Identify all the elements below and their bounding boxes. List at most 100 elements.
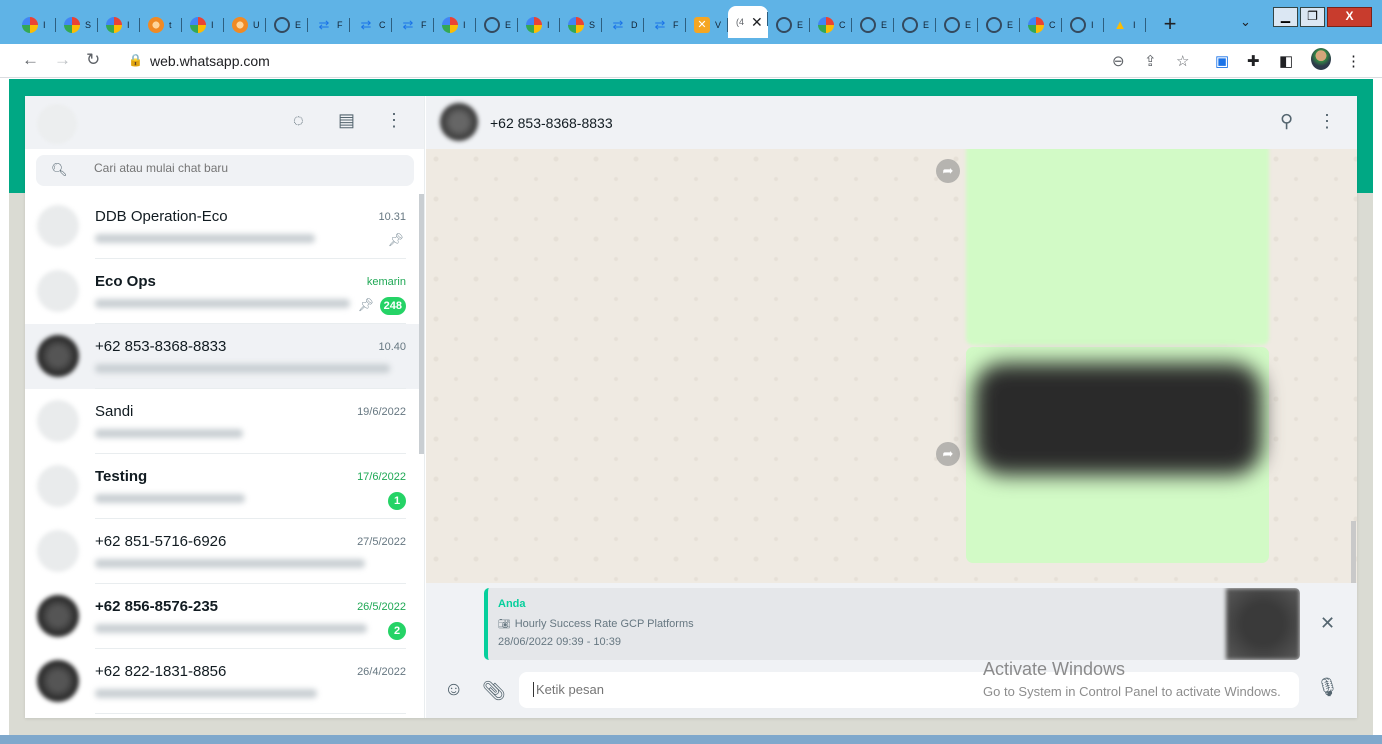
tab-favicon-icon (776, 17, 792, 33)
tab-favicon-icon: ⇄ (360, 17, 372, 32)
unread-badge: 248 (379, 297, 406, 315)
browser-tab[interactable]: C (1020, 12, 1062, 38)
profile-avatar[interactable] (1311, 48, 1331, 70)
sidebar-header: ◌ ▤ ⋮ (25, 96, 424, 149)
close-tab-icon[interactable]: ✕ (751, 14, 763, 31)
browser-tab[interactable]: S (560, 12, 602, 38)
extension-s-icon[interactable]: ▣ (1215, 52, 1229, 70)
tab-favicon-icon (64, 17, 80, 33)
tab-title: E (881, 20, 888, 30)
browser-tab[interactable]: I (434, 12, 476, 38)
browser-tab[interactable]: S (56, 12, 98, 38)
browser-tab[interactable]: ⇄ F (392, 12, 434, 38)
contact-avatar[interactable] (440, 103, 478, 141)
chat-avatar (37, 530, 79, 572)
message-scrollbar[interactable] (1351, 521, 1356, 583)
side-panel-icon[interactable]: ◧ (1279, 52, 1293, 70)
quoted-caption: 📷︎ Hourly Success Rate GCP Platforms (498, 618, 694, 630)
share-icon[interactable]: ⇪ (1144, 52, 1157, 70)
browser-tab[interactable]: I (1062, 12, 1104, 38)
browser-tab[interactable]: E (768, 12, 810, 38)
tab-title: E (1007, 20, 1014, 30)
tab-title: I (43, 20, 46, 30)
new-tab-button[interactable]: + (1156, 12, 1184, 38)
browser-tab[interactable]: ⇄ C (350, 12, 392, 38)
message-input[interactable] (533, 682, 933, 697)
bookmark-star-icon[interactable]: ☆ (1176, 52, 1189, 70)
lock-icon[interactable]: 🔒 (128, 53, 143, 67)
search-icon[interactable]: ⚲ (1280, 111, 1293, 132)
browser-tab[interactable]: E (852, 12, 894, 38)
browser-tab[interactable]: I (518, 12, 560, 38)
browser-tab[interactable]: I (98, 12, 140, 38)
active-tab[interactable]: (4 ✕ (728, 6, 768, 38)
new-chat-icon[interactable]: ▤ (338, 110, 355, 131)
chat-row[interactable]: Eco Ops kemarin 📌︎ 248 (25, 259, 424, 324)
search-bar: 🔍︎ (25, 149, 424, 194)
browser-tab[interactable]: ⇄ F (308, 12, 350, 38)
reload-icon[interactable]: ↻ (86, 50, 100, 70)
address-bar[interactable]: 🔒 web.whatsapp.com (118, 48, 1138, 74)
contact-name: +62 853-8368-8833 (490, 115, 613, 131)
chat-row[interactable]: +62 822-1831-8856 26/4/2022 (25, 649, 424, 714)
chat-list-scrollbar[interactable] (419, 194, 424, 454)
conversation-header[interactable]: +62 853-8368-8833 ⚲ ⋮ (426, 96, 1357, 149)
forward-icon[interactable]: ➦ (936, 442, 960, 466)
forward-icon[interactable]: ➦ (936, 159, 960, 183)
chat-row-body: +62 851-5716-6926 27/5/2022 (95, 519, 406, 584)
status-icon[interactable]: ◌ (293, 110, 304, 131)
chat-row[interactable]: +62 853-8368-8833 10.40 (25, 324, 424, 389)
browser-tab[interactable]: t (140, 12, 182, 38)
emoji-icon[interactable]: ☺ (444, 679, 463, 701)
quoted-message[interactable]: Anda 📷︎ Hourly Success Rate GCP Platforms… (484, 588, 1300, 660)
browser-tab[interactable]: C (810, 12, 852, 38)
maximize-button[interactable]: ❐ (1300, 7, 1325, 27)
browser-tab[interactable]: E (936, 12, 978, 38)
close-reply-icon[interactable]: ✕ (1320, 613, 1335, 634)
minimize-button[interactable]: ▁ (1273, 7, 1298, 27)
pin-icon: 📌︎ (357, 297, 374, 312)
blurred-preview (95, 234, 315, 243)
extensions-puzzle-icon[interactable]: ✚ (1247, 52, 1260, 70)
tab-title: E (505, 20, 512, 30)
search-box: 🔍︎ (36, 155, 414, 186)
chat-name: Testing (95, 468, 148, 485)
menu-icon[interactable]: ⋮ (385, 110, 403, 131)
browser-menu-icon[interactable]: ⋮ (1346, 52, 1361, 70)
browser-tab[interactable]: E (978, 12, 1020, 38)
browser-tab[interactable]: U (224, 12, 266, 38)
browser-tab[interactable]: ▲ I (1104, 12, 1146, 38)
browser-tab[interactable]: E (266, 12, 308, 38)
browser-tab[interactable]: ✕ V (686, 12, 728, 38)
tab-favicon-icon (484, 17, 500, 33)
tab-title: I (1133, 20, 1136, 30)
close-window-button[interactable]: X (1327, 7, 1372, 27)
browser-tab[interactable]: ⇄ D (602, 12, 644, 38)
image-message[interactable] (966, 149, 1269, 345)
browser-tab[interactable]: E (894, 12, 936, 38)
browser-tab[interactable]: I (14, 12, 56, 38)
blurred-preview (95, 299, 350, 308)
search-icon[interactable]: 🔍︎ (51, 162, 68, 178)
browser-tab[interactable]: E (476, 12, 518, 38)
search-input[interactable] (94, 161, 394, 175)
chat-row[interactable]: +62 851-5716-6926 27/5/2022 (25, 519, 424, 584)
chat-row[interactable]: DDB Operation-Eco 10.31 📌︎ (25, 194, 424, 259)
browser-tab[interactable]: I (182, 12, 224, 38)
menu-icon[interactable]: ⋮ (1318, 111, 1336, 132)
back-arrow-icon[interactable]: ← (22, 50, 39, 70)
chat-row[interactable]: Testing 17/6/2022 1 (25, 454, 424, 519)
browser-tab[interactable]: ⇄ F (644, 12, 686, 38)
tab-favicon-icon: ⇄ (612, 17, 624, 32)
tab-search-icon[interactable]: ⌄ (1240, 14, 1251, 30)
my-avatar[interactable] (37, 104, 77, 144)
attach-icon[interactable]: 📎︎ (482, 679, 506, 703)
microphone-icon[interactable]: 🎙︎ (1316, 677, 1339, 698)
forward-arrow-icon[interactable]: → (54, 50, 71, 70)
chat-row[interactable]: Sandi 19/6/2022 (25, 389, 424, 454)
tab-favicon-icon (22, 17, 38, 33)
chat-row[interactable]: +62 856-8576-235 26/5/2022 2 (25, 584, 424, 649)
tab-title: C (1049, 20, 1056, 30)
message-area: ➦ ➦ (426, 149, 1357, 583)
zoom-icon[interactable]: ⊖ (1112, 52, 1125, 70)
